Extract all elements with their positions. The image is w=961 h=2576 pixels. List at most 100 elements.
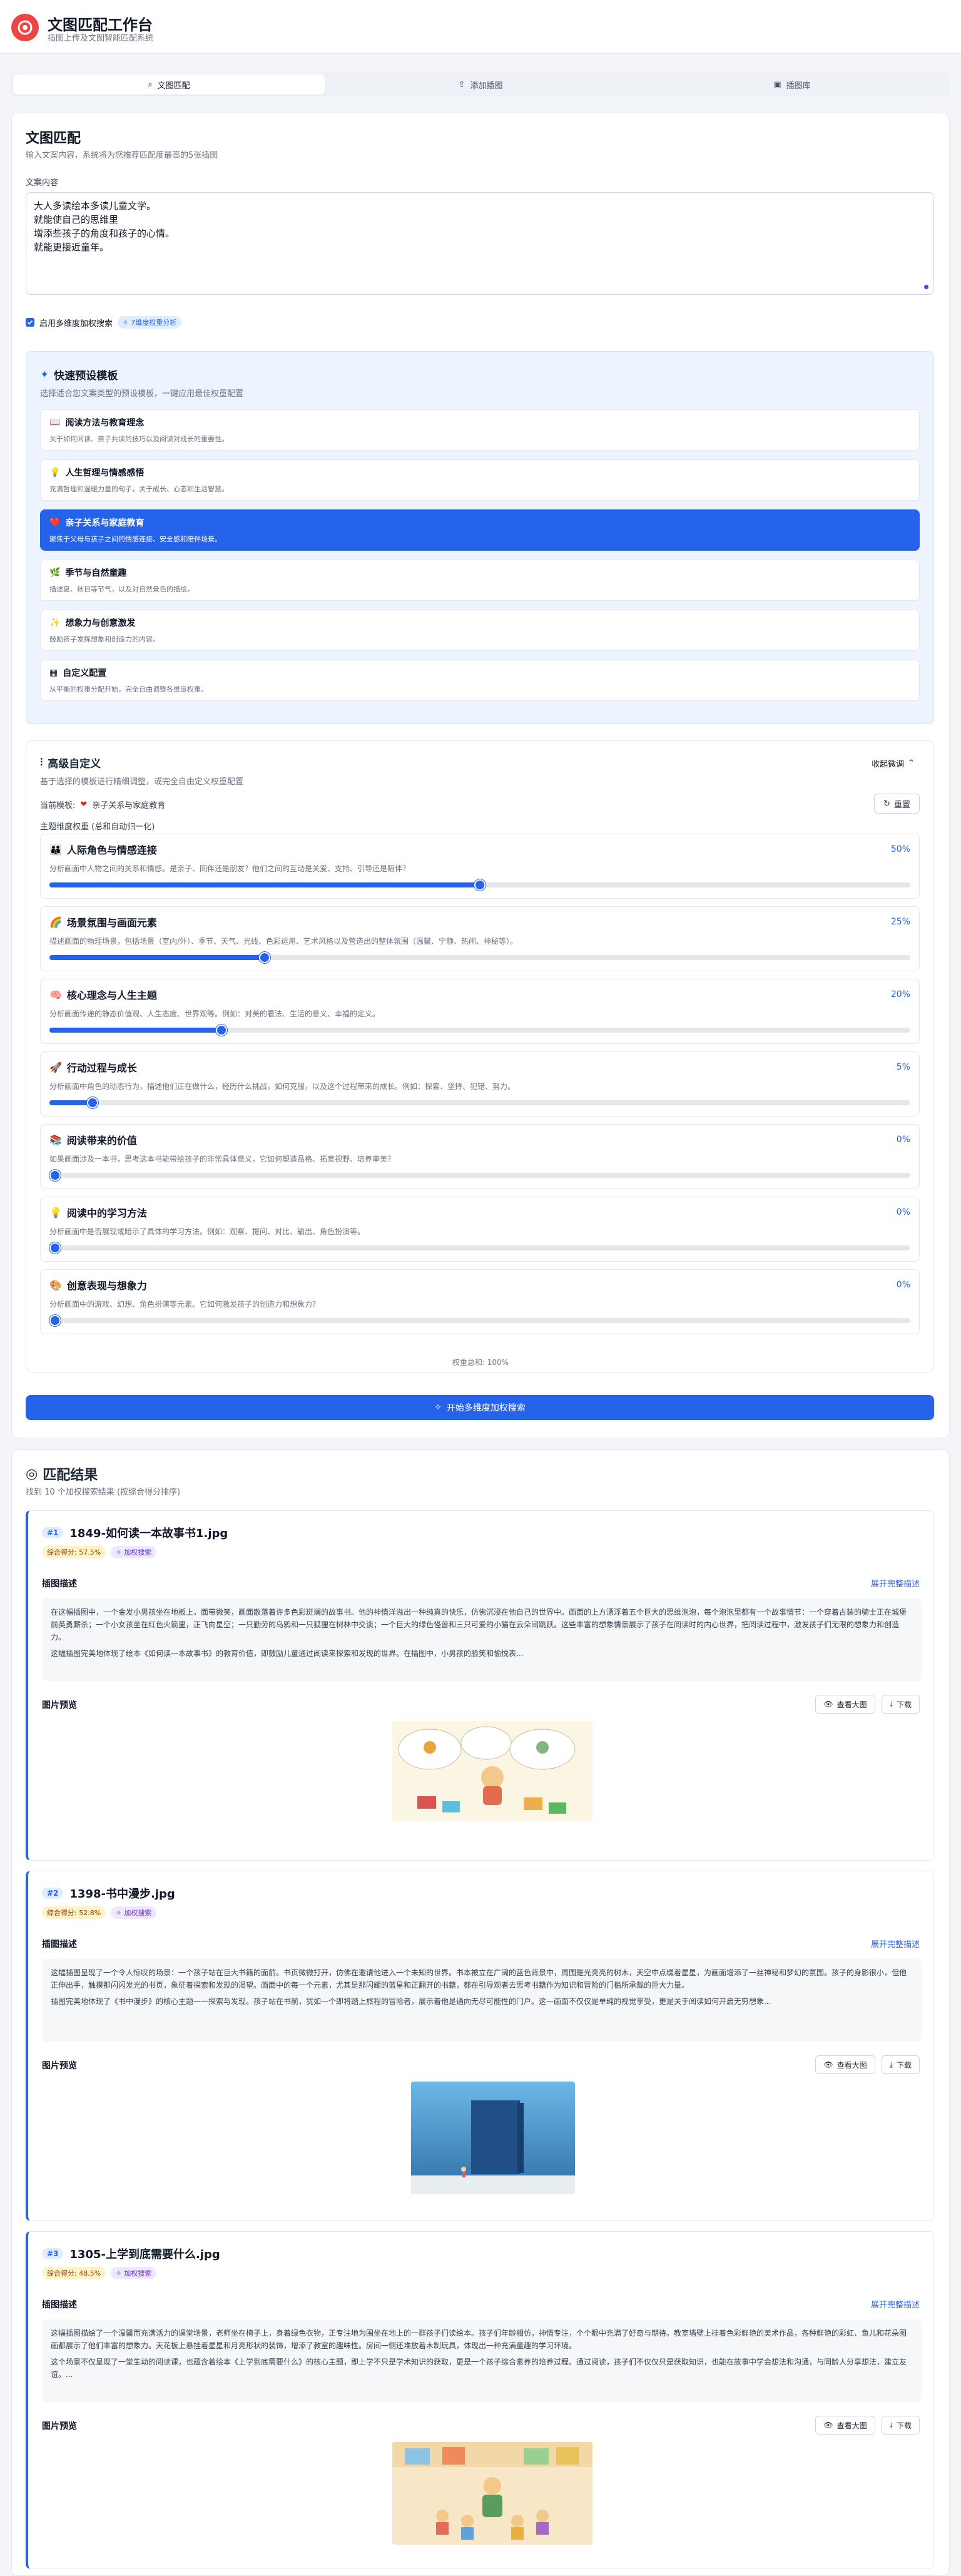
sparkle-icon: ✧ [116, 1908, 122, 1917]
advanced-subtitle: 基于选择的模板进行精细调整，或完全自由定义权重配置 [40, 777, 244, 787]
dimension-percent: 0% [896, 1135, 910, 1145]
result-image-preview[interactable] [411, 2082, 575, 2194]
sparkle-icon: ✦ [40, 368, 49, 381]
current-template: 当前模板: ❤ 亲子关系与家庭教育 [40, 799, 165, 810]
slider-handle[interactable] [49, 1170, 61, 1181]
preview-label: 图片预览 [42, 2421, 77, 2431]
dimension-percent: 5% [896, 1062, 910, 1072]
slider-handle[interactable] [259, 952, 270, 963]
desc-label: 插图描述 [42, 2300, 77, 2310]
dimension-item: 🧠 核心理念与人生主题 20% 分析画面传递的静态价值观、人生态度、世界观等。例如… [40, 979, 920, 1044]
rocket-icon: 🚀 [49, 1061, 62, 1073]
dimension-slider[interactable] [49, 952, 910, 963]
download-icon: ⤓ [889, 2060, 893, 2069]
dimension-title: 行动过程与成长 [66, 1062, 137, 1074]
preset-item-desc: 描述夏、秋日等节气，以及对自然景色的描绘。 [49, 585, 194, 593]
sparkle-icon: ✧ [116, 2269, 122, 2277]
result-filename: 1398-书中漫步.jpg [69, 1888, 175, 1901]
dimension-title: 核心理念与人生主题 [66, 989, 157, 1001]
reset-button[interactable]: ↻ 重置 [874, 794, 920, 814]
expand-description-link[interactable]: 展开完整描述 [871, 1577, 920, 1589]
eye-icon: 👁 [823, 1700, 833, 1709]
dimension-percent: 20% [890, 989, 910, 999]
slider-handle[interactable] [216, 1025, 228, 1036]
dimension-title: 场景氛围与画面元素 [66, 917, 157, 929]
download-button[interactable]: ⤓ 下载 [881, 2055, 920, 2074]
view-large-button[interactable]: 👁 查看大图 [815, 1695, 875, 1714]
dimension-slider[interactable] [49, 1170, 910, 1181]
preset-title-text: 快速预设模板 [54, 370, 118, 382]
book-icon: 📖 [49, 417, 61, 427]
desc-paragraph: 这个场景不仅呈现了一堂生动的阅读课，也蕴含着绘本《上学到底需要什么》的核心主题，… [51, 2358, 907, 2379]
download-button[interactable]: ⤓ 下载 [881, 1695, 920, 1714]
collapse-button[interactable]: 收起微调 ⌃ [867, 755, 920, 772]
tab-text-match[interactable]: ⌕ 文图匹配 [13, 74, 325, 95]
preset-item-life-philosophy[interactable]: 💡 人生哲理与情感感悟 充满哲理和温暖力量的句子，关于成长、心态和生活智慧。 [40, 459, 920, 501]
sparkle-icon: ✧ [123, 318, 129, 327]
desc-paragraph: 在这幅插图中，一个金发小男孩坐在地板上，面带微笑，画面散落着许多色彩斑斓的故事书… [51, 1608, 907, 1642]
collapse-label: 收起微调 [872, 760, 905, 769]
dimension-slider[interactable] [49, 1242, 910, 1254]
advanced-title: ⫶ 高级自定义 [40, 755, 101, 771]
result-rank: #1 [42, 1527, 64, 1538]
preset-subtitle: 选择适合您文案类型的预设模板，一键应用最佳权重配置 [40, 389, 244, 399]
result-image-preview[interactable] [392, 1721, 592, 1821]
slider-handle[interactable] [49, 1315, 61, 1326]
view-large-button[interactable]: 👁 查看大图 [815, 2416, 875, 2435]
preset-item-reading-method[interactable]: 📖 阅读方法与教育理念 关于如何阅读、亲子共读的技巧以及阅读对成长的重要性。 [40, 409, 920, 451]
preset-title: ✦ 快速预设模板 [40, 367, 118, 383]
preset-item-imagination[interactable]: ✨ 想象力与创意激发 鼓励孩子发挥想象和创造力的内容。 [40, 610, 920, 651]
checkbox-checked-icon[interactable] [26, 318, 34, 327]
dimension-slider[interactable] [49, 1025, 910, 1036]
expand-description-link[interactable]: 展开完整描述 [871, 2298, 920, 2310]
slider-handle[interactable] [474, 879, 486, 891]
weighted-search-toggle[interactable]: 启用多维度加权搜索 ✧ 7维度权重分析 [26, 316, 182, 329]
match-subtitle: 输入文案内容，系统将为您推荐匹配度最高的5张插图 [26, 151, 218, 160]
illustration-thumbnail [392, 2442, 592, 2545]
preset-item-parent-child[interactable]: ❤️ 亲子关系与家庭教育 聚焦于父母与孩子之间的情感连接、安全感和陪伴场景。 [40, 509, 920, 551]
dimension-slider[interactable] [49, 1315, 910, 1326]
preset-item-seasons-nature[interactable]: 🌿 季节与自然童趣 描述夏、秋日等节气，以及对自然景色的描绘。 [40, 560, 920, 601]
advanced-title-text: 高级自定义 [48, 758, 101, 770]
brain-icon: 🧠 [49, 988, 62, 1001]
dimension-slider[interactable] [49, 1097, 910, 1108]
current-template-label: 当前模板: [40, 801, 76, 810]
target-icon: ◎ [26, 1466, 38, 1482]
preset-item-custom[interactable]: ▦ 自定义配置 从平衡的权重分配开始，完全自由调整各维度权重。 [40, 660, 920, 701]
score-badge: 综合得分: 52.8% [42, 1906, 106, 1919]
preset-item-desc: 充满哲理和温暖力量的句子，关于成长、心态和生活智慧。 [49, 485, 228, 493]
preview-label: 图片预览 [42, 2061, 77, 2071]
preset-item-desc: 关于如何阅读、亲子共读的技巧以及阅读对成长的重要性。 [49, 435, 228, 443]
desc-paragraph: 这幅插图完美地体现了绘本《如何读一本故事书》的教育价值，即鼓励儿童通过阅读来探索… [51, 1649, 524, 1658]
slider-handle[interactable] [49, 1242, 61, 1254]
weighted-label: 加权搜索 [124, 1909, 152, 1917]
preset-panel: ✦ 快速预设模板 选择适合您文案类型的预设模板，一键应用最佳权重配置 📖 阅读方法… [26, 351, 934, 724]
result-image-preview[interactable] [392, 2442, 592, 2545]
preset-item-desc: 从平衡的权重分配开始，完全自由调整各维度权重。 [49, 685, 208, 693]
download-button[interactable]: ⤓ 下载 [881, 2416, 920, 2435]
weighted-label: 加权搜索 [124, 1548, 152, 1556]
start-search-button[interactable]: ✧ 开始多维度加权搜索 [26, 1395, 934, 1420]
dimension-slider[interactable] [49, 879, 910, 891]
dimension-title: 阅读中的学习方法 [66, 1207, 147, 1219]
text-input[interactable]: 大人多读绘本多读儿童文学。 就能使自己的思维里 增添些孩子的角度和孩子的心情。 … [26, 192, 934, 295]
desc-label: 插图描述 [42, 1940, 77, 1950]
slider-handle[interactable] [86, 1097, 98, 1108]
eye-icon: 👁 [823, 2421, 833, 2430]
dimension-percent: 0% [896, 1207, 910, 1217]
download-label: 下载 [896, 2421, 912, 2430]
preset-item-title: 季节与自然童趣 [65, 568, 127, 578]
tab-illustration-library[interactable]: ▣ 插图库 [636, 74, 948, 95]
tab-add-illustration[interactable]: ⇪ 添加插图 [325, 74, 636, 95]
sparkle-icon: ✧ [116, 1548, 122, 1556]
view-large-button[interactable]: 👁 查看大图 [815, 2055, 875, 2074]
result-rank: #2 [42, 1888, 64, 1899]
sparkle-icon: ✧ [434, 1403, 442, 1413]
expand-description-link[interactable]: 展开完整描述 [871, 1938, 920, 1950]
sparkles-icon: ✨ [49, 618, 61, 628]
textarea-resize-handle[interactable] [924, 285, 928, 289]
preview-label: 图片预览 [42, 1700, 77, 1710]
badge-text: 7维度权重分析 [131, 319, 177, 327]
checkbox-label: 启用多维度加权搜索 [39, 319, 113, 329]
result-filename: 1849-如何读一本故事书1.jpg [69, 1527, 228, 1540]
